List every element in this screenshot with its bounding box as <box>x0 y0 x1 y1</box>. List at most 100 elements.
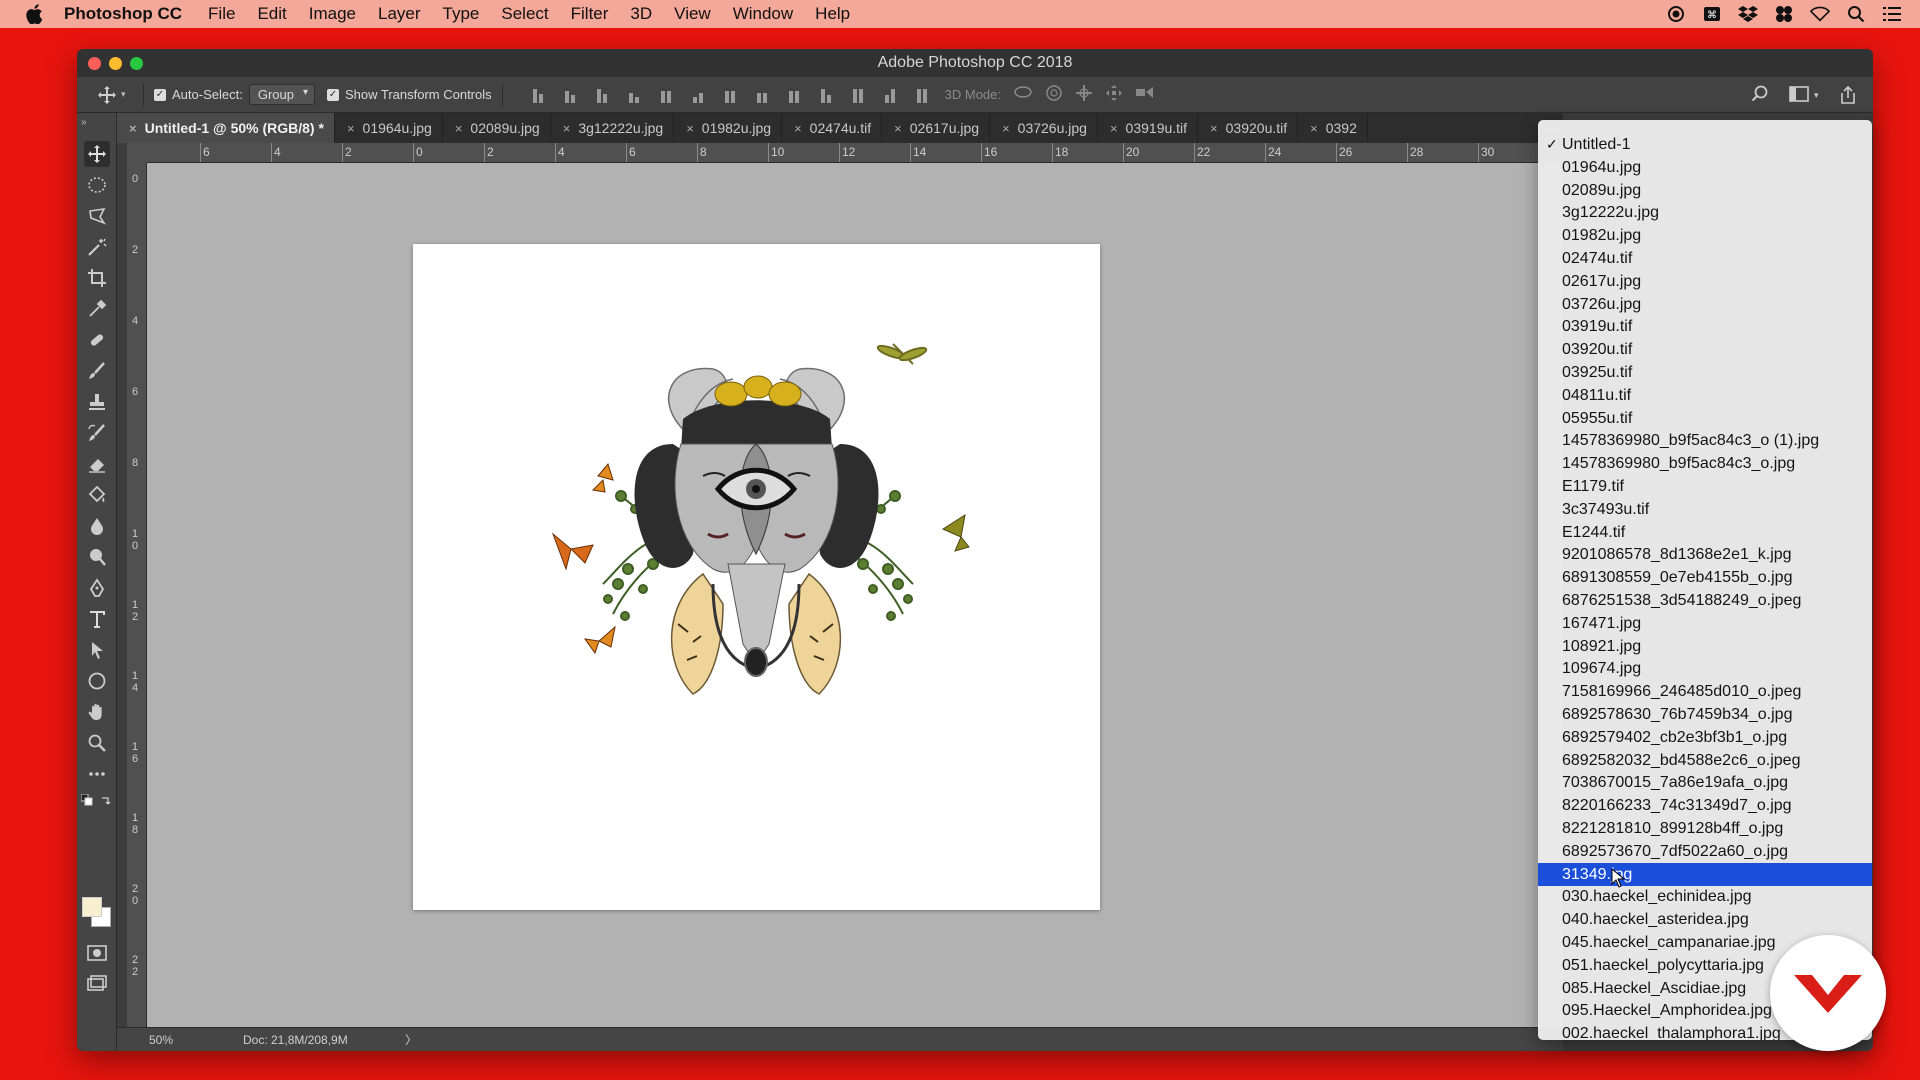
keyboard-icon[interactable]: ⌘ <box>1702 4 1722 24</box>
align-top-icon[interactable] <box>529 87 547 103</box>
document-menu-item[interactable]: 3c37493u.tif <box>1538 498 1872 521</box>
swap-colors-icon[interactable] <box>99 793 113 807</box>
scale-3d-icon[interactable] <box>1135 84 1155 105</box>
brush-tool-icon[interactable] <box>84 358 110 384</box>
distribute-right-icon[interactable] <box>881 87 899 103</box>
collapse-panel-icon[interactable]: » <box>81 117 87 128</box>
foreground-color-swatch[interactable] <box>82 897 102 917</box>
tab-01982u[interactable]: × 01982u.jpg <box>674 113 783 143</box>
vertical-ruler[interactable]: 0 2 4 6 8 1 0 1 2 1 4 1 6 1 8 2 0 2 2 <box>127 163 147 1033</box>
close-tab-icon[interactable]: × <box>129 121 137 136</box>
distribute-bottom-icon[interactable] <box>785 87 803 103</box>
document-menu-item[interactable]: 8220166233_74c31349d7_o.jpg <box>1538 794 1872 817</box>
tab-02089u[interactable]: × 02089u.jpg <box>443 113 551 143</box>
paint-bucket-tool-icon[interactable] <box>84 482 110 508</box>
document-menu-item[interactable]: 01964u.jpg <box>1538 156 1872 179</box>
quick-mask-icon[interactable] <box>84 940 110 966</box>
menu-filter[interactable]: Filter <box>571 4 609 24</box>
document-menu-item[interactable]: 6891308559_0e7eb4155b_o.jpg <box>1538 566 1872 589</box>
healing-brush-tool-icon[interactable] <box>84 327 110 353</box>
default-colors-icon[interactable] <box>80 793 94 807</box>
document-menu-item[interactable]: 167471.jpg <box>1538 612 1872 635</box>
record-icon[interactable] <box>1666 4 1686 24</box>
align-hcenter-icon[interactable] <box>657 87 675 103</box>
pen-tool-icon[interactable] <box>84 575 110 601</box>
document-menu-item[interactable]: 14578369980_b9f5ac84c3_o.jpg <box>1538 452 1872 475</box>
menu-edit[interactable]: Edit <box>257 4 286 24</box>
close-tab-icon[interactable]: × <box>794 121 802 136</box>
close-tab-icon[interactable]: × <box>455 121 463 136</box>
list-icon[interactable] <box>1882 4 1902 24</box>
close-tab-icon[interactable]: × <box>563 121 571 136</box>
align-right-icon[interactable] <box>689 87 707 103</box>
close-tab-icon[interactable]: × <box>1110 121 1118 136</box>
search-icon[interactable] <box>1846 4 1866 24</box>
auto-align-icon[interactable] <box>913 87 931 103</box>
close-tab-icon[interactable]: × <box>1210 121 1218 136</box>
app-switcher-icon[interactable] <box>1774 4 1794 24</box>
document-menu-item[interactable]: 030.haeckel_echinidea.jpg <box>1538 885 1872 908</box>
more-tools-icon[interactable] <box>84 761 110 787</box>
menu-window[interactable]: Window <box>733 4 793 24</box>
document-menu-item[interactable]: 03925u.tif <box>1538 361 1872 384</box>
align-bottom-icon[interactable] <box>593 87 611 103</box>
document-menu-item[interactable]: 04811u.tif <box>1538 384 1872 407</box>
menu-select[interactable]: Select <box>501 4 548 24</box>
document-menu-item[interactable]: E1244.tif <box>1538 521 1872 544</box>
auto-select-dropdown[interactable]: Group <box>248 84 315 105</box>
ellipse-tool-icon[interactable] <box>84 668 110 694</box>
dodge-tool-icon[interactable] <box>84 544 110 570</box>
document-menu-item[interactable]: 108921.jpg <box>1538 635 1872 658</box>
eyedropper-tool-icon[interactable] <box>84 296 110 322</box>
search-icon[interactable] <box>1751 85 1769 108</box>
distribute-left-icon[interactable] <box>817 87 835 103</box>
close-tab-icon[interactable]: × <box>686 121 694 136</box>
document-menu-item[interactable]: 03920u.tif <box>1538 338 1872 361</box>
document-menu-item[interactable]: 7158169966_246485d010_o.jpeg <box>1538 680 1872 703</box>
tab-03920u[interactable]: × 03920u.tif <box>1198 113 1299 143</box>
horizontal-ruler[interactable]: 6 4 2 0 2 4 6 8 10 12 14 16 18 20 22 24 26 28 30 <box>147 143 1563 163</box>
tab-02474u[interactable]: × 02474u.tif <box>782 113 883 143</box>
workspace-switcher-icon[interactable]: ▾ <box>1789 85 1819 108</box>
document-menu-item[interactable]: 02089u.jpg <box>1538 179 1872 202</box>
document-menu-item[interactable]: ✓ Untitled-1 <box>1538 133 1872 156</box>
magic-wand-tool-icon[interactable] <box>84 234 110 260</box>
document-menu-item[interactable]: 05955u.tif <box>1538 407 1872 430</box>
document-menu-item[interactable]: 9201086578_8d1368e2e1_k.jpg <box>1538 543 1872 566</box>
document-menu-item[interactable]: 03726u.jpg <box>1538 293 1872 316</box>
document-menu-item[interactable]: 040.haeckel_asteridea.jpg <box>1538 908 1872 931</box>
align-vcenter-icon[interactable] <box>561 87 579 103</box>
tab-untitled-1[interactable]: × Untitled-1 @ 50% (RGB/8) * <box>117 113 335 143</box>
document-menu-item[interactable]: 02617u.jpg <box>1538 270 1872 293</box>
move-tool-icon[interactable] <box>84 141 110 167</box>
eraser-tool-icon[interactable] <box>84 451 110 477</box>
document-menu-item[interactable]: 7038670015_7a86e19afa_o.jpg <box>1538 771 1872 794</box>
blur-tool-icon[interactable] <box>84 513 110 539</box>
document-menu-item[interactable]: 02474u.tif <box>1538 247 1872 270</box>
menu-app-name[interactable]: Photoshop CC <box>64 4 182 24</box>
orbit-3d-icon[interactable] <box>1013 84 1033 105</box>
menu-type[interactable]: Type <box>443 4 480 24</box>
close-tab-icon[interactable]: × <box>1002 121 1010 136</box>
tab-0392[interactable]: × 0392 <box>1298 113 1368 143</box>
auto-select-checkbox[interactable]: ✓ <box>154 88 166 101</box>
document-menu-item[interactable]: 6892582032_bd4588e2c6_o.jpeg <box>1538 749 1872 772</box>
marquee-tool-icon[interactable] <box>84 172 110 198</box>
document-menu-item[interactable]: 3g12222u.jpg <box>1538 201 1872 224</box>
lasso-tool-icon[interactable] <box>84 203 110 229</box>
history-brush-tool-icon[interactable] <box>84 420 110 446</box>
document-menu-item[interactable]: E1179.tif <box>1538 475 1872 498</box>
align-left-icon[interactable] <box>625 87 643 103</box>
document-menu-item[interactable]: 109674.jpg <box>1538 657 1872 680</box>
tab-01964u[interactable]: × 01964u.jpg <box>335 113 443 143</box>
document-menu-item[interactable]: 14578369980_b9f5ac84c3_o (1).jpg <box>1538 429 1872 452</box>
document-menu-item[interactable]: 01982u.jpg <box>1538 224 1872 247</box>
menu-image[interactable]: Image <box>309 4 356 24</box>
zoom-level[interactable]: 50% <box>149 1033 243 1047</box>
tab-03726u[interactable]: × 03726u.jpg <box>990 113 1098 143</box>
apple-icon[interactable] <box>24 4 44 24</box>
pan-3d-icon[interactable] <box>1075 84 1093 105</box>
minimize-window-button[interactable] <box>109 57 122 70</box>
zoom-window-button[interactable] <box>130 57 143 70</box>
hand-tool-icon[interactable] <box>84 699 110 725</box>
